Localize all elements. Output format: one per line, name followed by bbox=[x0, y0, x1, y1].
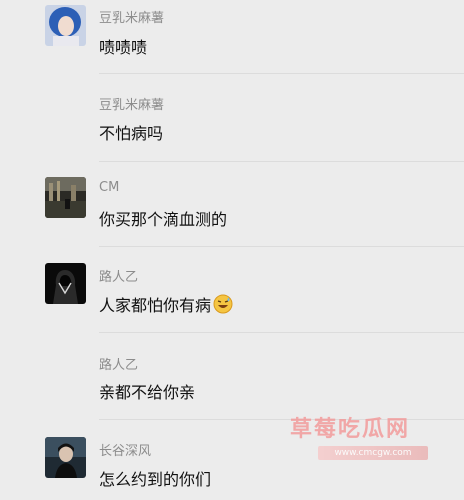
message-text-content: 人家都怕你有病 bbox=[99, 296, 212, 315]
divider bbox=[99, 332, 464, 333]
message-text: 不怕病吗 bbox=[99, 124, 164, 143]
message-text: 你买那个滴血测的 bbox=[99, 210, 228, 229]
avatar[interactable] bbox=[45, 5, 86, 46]
sender-name: 路人乙 bbox=[99, 358, 139, 373]
message-text: 怎么约到的你们 bbox=[99, 470, 212, 489]
watermark-url: www.cmcgw.com bbox=[334, 448, 412, 458]
sender-name: CM bbox=[99, 180, 120, 195]
sender-name: 豆乳米麻薯 bbox=[99, 11, 165, 26]
divider bbox=[99, 73, 464, 74]
watermark: 草莓吃瓜网 www.cmcgw.com bbox=[290, 411, 440, 467]
sweat-laugh-emoji bbox=[213, 294, 233, 318]
avatar[interactable] bbox=[45, 263, 86, 304]
divider bbox=[99, 246, 464, 247]
watermark-url-bar: www.cmcgw.com bbox=[318, 446, 428, 460]
avatar[interactable] bbox=[45, 177, 86, 218]
message-text: 啧啧啧 bbox=[99, 38, 148, 57]
sender-name: 豆乳米麻薯 bbox=[99, 98, 165, 113]
watermark-title: 草莓吃瓜网 bbox=[290, 417, 411, 442]
chat-thread: 豆乳米麻薯 啧啧啧 豆乳米麻薯 不怕病吗 CM 你买那个滴血测的 路人乙 人家都… bbox=[0, 0, 464, 500]
message-text: 亲都不给你亲 bbox=[99, 383, 196, 402]
avatar[interactable] bbox=[45, 437, 86, 478]
message-text: 人家都怕你有病 bbox=[99, 292, 233, 318]
divider bbox=[99, 161, 464, 162]
sender-name: 长谷深风 bbox=[99, 444, 152, 459]
sender-name: 路人乙 bbox=[99, 270, 139, 285]
